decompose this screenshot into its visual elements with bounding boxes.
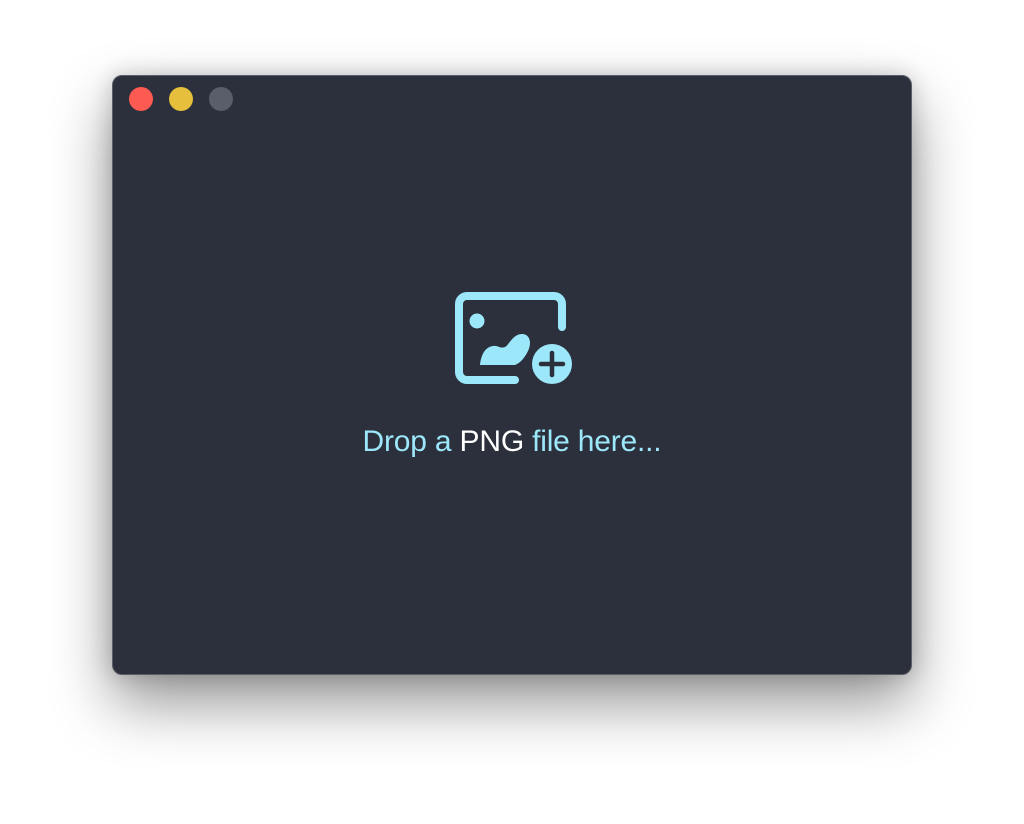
file-type-label: PNG [459, 425, 525, 458]
drop-text-prefix: Drop a [362, 425, 452, 458]
drop-instructions: Drop a PNG file here... [113, 422, 911, 462]
file-drop-zone[interactable]: Drop a PNG file here... [113, 76, 911, 674]
app-window: Drop a PNG file here... [112, 75, 912, 675]
drop-text-suffix: file here... [532, 425, 662, 458]
desktop-backdrop: Drop a PNG file here... [0, 0, 1024, 824]
image-add-icon [455, 292, 577, 389]
